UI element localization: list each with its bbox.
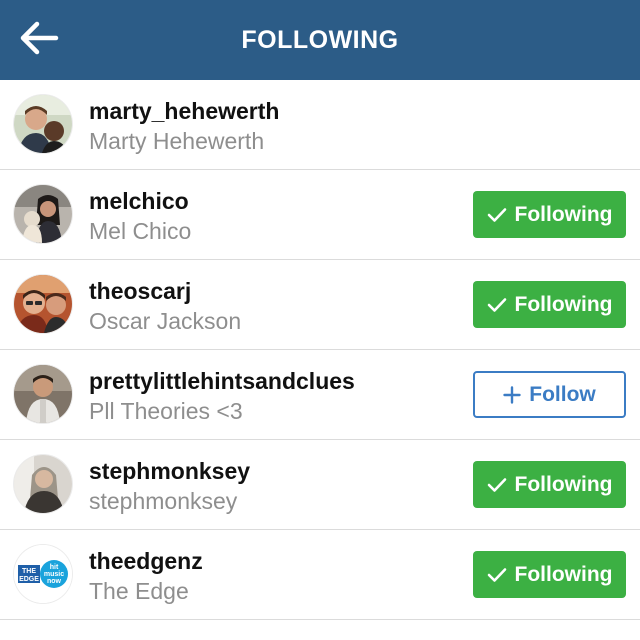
follow-button-label: Follow (529, 382, 596, 406)
following-button-label: Following (514, 292, 613, 316)
list-item: melchico Mel Chico Following (0, 170, 640, 260)
page-title: FOLLOWING (241, 25, 399, 54)
plus-icon (503, 385, 521, 404)
avatar[interactable]: THE EDGE hit music now (14, 545, 72, 603)
following-list: marty_hehewerth Marty Hehewerth melchico (0, 80, 640, 620)
logo-text: music (44, 571, 64, 578)
logo-text: now (47, 578, 62, 585)
following-button[interactable]: Following (473, 281, 626, 328)
full-name: Marty Hehewerth (89, 128, 265, 154)
username[interactable]: theedgenz (89, 547, 203, 575)
username[interactable]: melchico (89, 187, 191, 215)
checkmark-icon (487, 207, 507, 223)
logo-text: hit (50, 564, 59, 571)
list-item: theoscarj Oscar Jackson Following (0, 260, 640, 350)
avatar[interactable] (14, 185, 72, 243)
full-name: Oscar Jackson (89, 308, 242, 334)
full-name: The Edge (89, 578, 189, 604)
following-button-label: Following (514, 202, 613, 226)
full-name: Mel Chico (89, 218, 192, 244)
checkmark-icon (487, 297, 507, 313)
checkmark-icon (487, 567, 507, 583)
back-button[interactable] (12, 16, 66, 64)
list-item: THE EDGE hit music now theedgenz The Edg… (0, 530, 640, 620)
following-button[interactable]: Following (473, 551, 626, 598)
follow-button[interactable]: Follow (473, 371, 626, 418)
username[interactable]: theoscarj (89, 277, 241, 305)
arrow-left-icon (19, 21, 59, 60)
logo-text: EDGE (19, 576, 39, 583)
app-window: FOLLOWING marty_hehewerth Marty Hehewert… (0, 0, 640, 640)
following-button[interactable]: Following (473, 461, 626, 508)
following-button-label: Following (514, 562, 613, 586)
avatar[interactable] (14, 365, 72, 423)
logo-text: THE (22, 568, 36, 575)
checkmark-icon (487, 477, 507, 493)
avatar[interactable] (14, 275, 72, 333)
list-item: stephmonksey stephmonksey Following (0, 440, 640, 530)
following-button[interactable]: Following (473, 191, 626, 238)
username[interactable]: prettylittlehintsandclues (89, 367, 355, 395)
avatar[interactable] (14, 95, 72, 153)
list-item: prettylittlehintsandclues Pll Theories <… (0, 350, 640, 440)
list-item: marty_hehewerth Marty Hehewerth (0, 80, 640, 170)
header-bar: FOLLOWING (0, 0, 640, 80)
following-button-label: Following (514, 472, 613, 496)
username[interactable]: stephmonksey (89, 457, 250, 485)
username[interactable]: marty_hehewerth (89, 97, 279, 125)
avatar[interactable] (14, 455, 72, 513)
full-name: stephmonksey (89, 488, 238, 514)
full-name: Pll Theories <3 (89, 398, 243, 424)
